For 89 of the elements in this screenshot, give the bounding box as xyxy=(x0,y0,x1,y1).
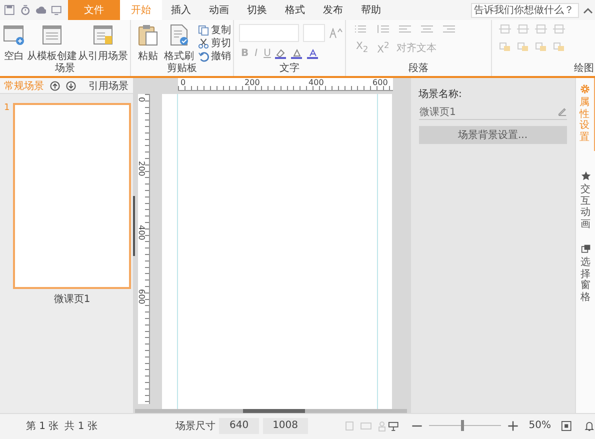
size-label: 场景尺寸 xyxy=(175,420,216,432)
template-icon xyxy=(40,24,64,46)
layer-icon[interactable] xyxy=(498,42,512,52)
ribbon-button[interactable]: 从引用场景 xyxy=(78,24,128,63)
slide-thumbnail[interactable] xyxy=(13,103,131,289)
ruler-label: 0 xyxy=(180,78,186,87)
bell-icon[interactable] xyxy=(584,420,595,432)
search-field[interactable]: 告诉我们你想做什么？ xyxy=(471,2,579,18)
clipboard-icon xyxy=(136,24,160,46)
group-label: 文字 xyxy=(278,63,300,76)
font-size-field[interactable] xyxy=(303,24,325,42)
gear-icon xyxy=(580,84,590,94)
ruler-label: 600 xyxy=(372,78,388,87)
presentation-icon[interactable] xyxy=(388,420,399,432)
ruler-label: 200 xyxy=(244,78,260,87)
font-name-field[interactable] xyxy=(239,24,299,42)
slide-index: 第 1 张 xyxy=(26,420,59,432)
ribbon-tab[interactable]: 插入 xyxy=(162,0,200,20)
view-icon[interactable] xyxy=(344,420,356,432)
height-field[interactable]: 1008 xyxy=(262,418,308,434)
pencil-icon[interactable] xyxy=(558,107,568,116)
monitor-icon[interactable] xyxy=(51,4,62,16)
grow-font-icon[interactable] xyxy=(329,28,343,38)
ribbon-button[interactable]: 剪切 xyxy=(198,37,231,49)
horizontal-scrollbar[interactable] xyxy=(134,409,407,413)
layer-icon[interactable] xyxy=(552,42,566,52)
ribbon-button[interactable]: 空白 xyxy=(2,24,26,63)
side-tab[interactable]: 选择窗格 xyxy=(576,238,595,311)
cloud-icon[interactable] xyxy=(36,4,46,16)
ribbon-button[interactable]: 复制 xyxy=(198,24,231,36)
width-field[interactable]: 640 xyxy=(219,418,259,434)
panel-tab[interactable]: 引用场景 xyxy=(88,78,129,92)
field-label: 场景名称: xyxy=(418,88,463,101)
save-icon[interactable] xyxy=(4,4,15,16)
group-label: 剪贴板 xyxy=(166,63,198,76)
timer-icon[interactable] xyxy=(20,4,30,16)
ribbon-button[interactable]: 粘贴 xyxy=(136,24,160,63)
star-icon xyxy=(580,171,591,181)
slide-total: 共 1 张 xyxy=(64,420,98,432)
arrange-icon[interactable] xyxy=(552,24,566,34)
fit-window-icon[interactable] xyxy=(560,420,572,432)
align-center-icon[interactable] xyxy=(420,24,434,34)
ruler-label: 600 xyxy=(136,289,146,304)
ribbon-tab[interactable]: 帮助 xyxy=(352,0,390,20)
layer-icon[interactable] xyxy=(534,42,548,52)
ribbon-tab[interactable]: 动画 xyxy=(200,0,238,20)
scissors-icon xyxy=(198,38,209,48)
ribbon-button[interactable]: 撤销 xyxy=(198,50,231,62)
font-color-icon[interactable] xyxy=(306,48,321,58)
highlight-icon[interactable] xyxy=(274,48,289,58)
zoom-slider-thumb[interactable] xyxy=(461,420,464,431)
ruler-label: 200 xyxy=(136,161,146,176)
slide-number: 1 xyxy=(4,103,11,115)
align-left-icon[interactable] xyxy=(398,24,412,34)
group-label: 场景 xyxy=(54,63,76,76)
zoom-in-icon[interactable] xyxy=(506,420,519,432)
copy-icon xyxy=(198,24,209,36)
ruler-label: 0 xyxy=(136,97,146,102)
layer-icon[interactable] xyxy=(516,42,530,52)
align-right-icon[interactable] xyxy=(442,24,456,34)
scene-name-field[interactable]: 微课页1 xyxy=(418,104,568,120)
field-value: 微课页1 xyxy=(420,106,456,118)
splitter-handle[interactable] xyxy=(132,196,135,256)
arrange-icon[interactable] xyxy=(534,24,548,34)
pane-icon xyxy=(580,244,591,254)
group-label: 绘图 xyxy=(574,63,594,76)
bullet-list-icon[interactable] xyxy=(354,24,368,34)
ribbon-button[interactable]: 格式刷 xyxy=(164,24,194,63)
reference-icon xyxy=(91,24,115,46)
zoom-reading: 50% xyxy=(528,420,551,431)
ruler-label: 400 xyxy=(308,78,324,87)
undo-icon xyxy=(198,50,209,62)
side-tab[interactable]: 交互动画 xyxy=(576,165,595,238)
ribbon-tab[interactable]: 格式 xyxy=(276,0,314,20)
ribbon-tab[interactable]: 发布 xyxy=(314,0,352,20)
move-down-icon[interactable] xyxy=(66,80,76,90)
ribbon-button[interactable]: 从模板创建 xyxy=(27,24,77,63)
arrange-icon[interactable] xyxy=(498,24,512,34)
move-up-icon[interactable] xyxy=(50,80,60,90)
ruler-label: 400 xyxy=(136,225,146,240)
slide-caption: 微课页1 xyxy=(52,293,92,306)
ribbon-tab[interactable]: 切换 xyxy=(238,0,276,20)
arrange-icon[interactable] xyxy=(516,24,530,34)
group-label: 段落 xyxy=(408,63,430,76)
fill-color-icon[interactable] xyxy=(290,48,305,58)
view-icon[interactable] xyxy=(360,420,372,432)
background-settings-button[interactable]: 场景背景设置... xyxy=(418,126,568,144)
line-spacing-icon[interactable] xyxy=(376,24,390,34)
collapse-caret-icon[interactable] xyxy=(583,6,593,14)
